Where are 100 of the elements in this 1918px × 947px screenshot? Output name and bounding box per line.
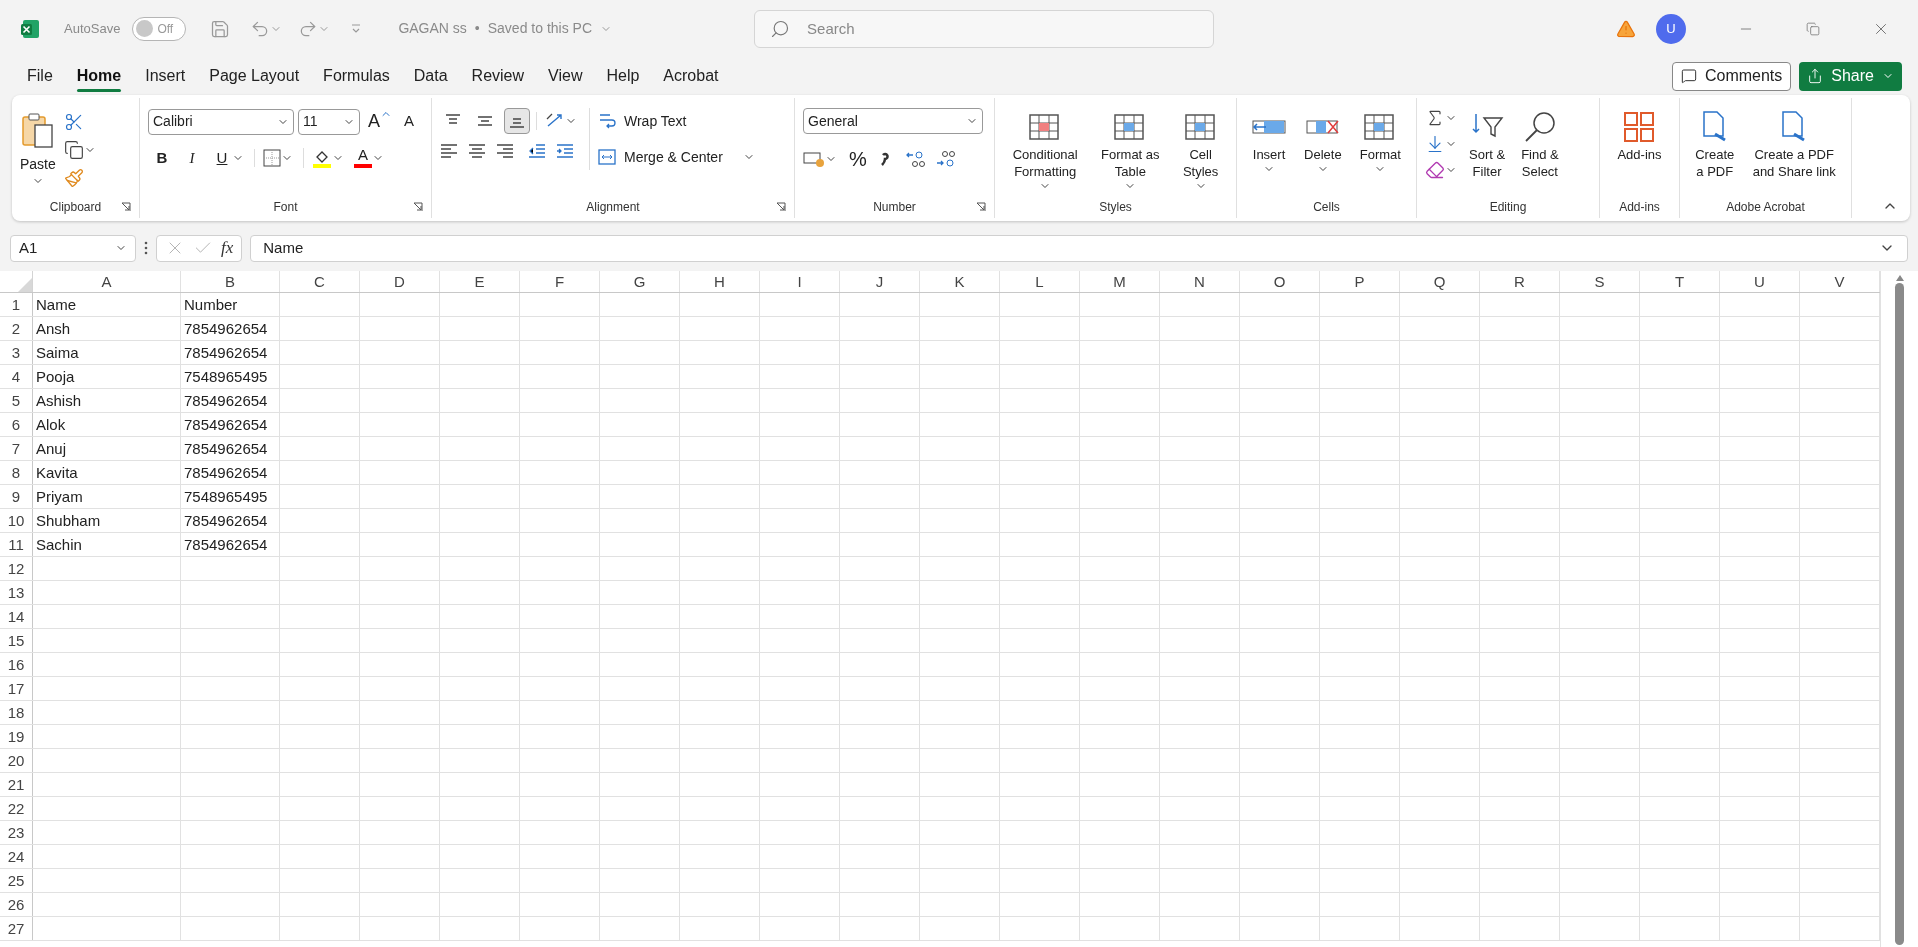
column-header[interactable]: N (1160, 271, 1240, 292)
row-header[interactable]: 14 (0, 605, 33, 628)
row-header[interactable]: 15 (0, 629, 33, 652)
row-header[interactable]: 5 (0, 389, 33, 412)
ribbon-button[interactable]: Insert (1248, 108, 1291, 175)
column-header[interactable]: H (680, 271, 760, 292)
formula-input[interactable]: Name (250, 234, 1908, 262)
row-header[interactable]: 8 (0, 461, 33, 484)
number-format-dropdown[interactable]: General (803, 108, 983, 134)
ribbon-button[interactable]: Create a PDF and Share link (1748, 108, 1840, 180)
bold-button[interactable]: B (152, 147, 172, 170)
menu-tab[interactable]: Data (402, 59, 459, 93)
row-header[interactable]: 13 (0, 581, 33, 604)
shrink-font-button[interactable]: A (400, 110, 419, 133)
row-header[interactable]: 7 (0, 437, 33, 460)
column-header[interactable]: J (840, 271, 920, 292)
column-header[interactable]: D (360, 271, 440, 292)
column-header[interactable]: E (440, 271, 520, 292)
cut-icon[interactable] (63, 112, 84, 132)
row-header[interactable]: 18 (0, 701, 33, 724)
column-header[interactable]: S (1560, 271, 1640, 292)
dialog-launcher-icon[interactable] (776, 202, 786, 212)
scroll-up-icon[interactable] (1895, 275, 1904, 281)
increase-indent-icon[interactable] (556, 144, 574, 158)
menu-tab[interactable]: Formulas (312, 59, 401, 93)
row-header[interactable]: 20 (0, 749, 33, 772)
ribbon-button[interactable]: Add-ins (1613, 108, 1666, 163)
column-header[interactable]: R (1480, 271, 1560, 292)
row-header[interactable]: 12 (0, 557, 33, 580)
column-header[interactable]: F (520, 271, 600, 292)
column-header[interactable]: Q (1400, 271, 1480, 292)
column-header[interactable]: B (181, 271, 280, 292)
row-header[interactable]: 23 (0, 821, 33, 844)
search-field[interactable]: Search (754, 9, 1215, 48)
merge-center-button[interactable]: Merge & Center (598, 144, 755, 170)
row-header[interactable]: 1 (0, 293, 33, 316)
ribbon-button[interactable]: Find & Select (1517, 108, 1563, 180)
row-header[interactable]: 17 (0, 677, 33, 700)
save-icon[interactable] (210, 18, 231, 39)
ribbon-button[interactable]: Delete (1300, 108, 1346, 175)
ribbon-button[interactable]: Cell Styles (1178, 108, 1223, 192)
column-header[interactable]: V (1800, 271, 1880, 292)
paste-button[interactable]: Paste (20, 108, 56, 188)
row-header[interactable]: 9 (0, 485, 33, 508)
more-icon[interactable] (144, 241, 148, 255)
grow-font-button[interactable]: A (364, 108, 396, 135)
customize-caret-icon[interactable] (350, 22, 363, 35)
horizontal-align-icon[interactable] (468, 144, 486, 158)
share-button[interactable]: Share (1799, 61, 1902, 91)
menu-tab[interactable]: Review (460, 59, 536, 93)
row-header[interactable]: 19 (0, 725, 33, 748)
ribbon-button[interactable]: Format as Table (1097, 108, 1164, 192)
dialog-launcher-icon[interactable] (976, 202, 986, 212)
insert-function-button[interactable]: fx (221, 235, 234, 261)
ribbon-button[interactable]: Sort & Filter (1465, 108, 1510, 180)
row-header[interactable]: 2 (0, 317, 33, 340)
menu-tab[interactable]: View (537, 59, 594, 93)
underline-button[interactable]: U (212, 147, 232, 170)
menu-tab[interactable]: Insert (134, 59, 197, 93)
copy-icon[interactable] (63, 140, 84, 160)
font-name-dropdown[interactable]: Calibri (148, 108, 294, 135)
vertical-scrollbar[interactable] (1893, 275, 1906, 947)
comments-button[interactable]: Comments (1671, 61, 1792, 91)
row-header[interactable]: 21 (0, 773, 33, 796)
menu-tab[interactable]: Acrobat (652, 59, 730, 93)
row-header[interactable]: 22 (0, 797, 33, 820)
horizontal-align-icon[interactable] (440, 144, 458, 158)
row-header[interactable]: 16 (0, 653, 33, 676)
horizontal-align-icon[interactable] (496, 144, 514, 158)
name-box[interactable]: A1 (10, 234, 136, 262)
dialog-launcher-icon[interactable] (413, 202, 423, 212)
column-header[interactable]: T (1640, 271, 1720, 292)
warning-icon[interactable] (1616, 18, 1636, 39)
user-avatar[interactable]: U (1656, 13, 1686, 44)
row-header[interactable]: 26 (0, 893, 33, 916)
row-header[interactable]: 11 (0, 533, 33, 556)
menu-tab[interactable]: Home (65, 59, 133, 93)
row-header[interactable]: 27 (0, 917, 33, 940)
column-header[interactable]: O (1240, 271, 1320, 292)
column-header[interactable]: G (600, 271, 680, 292)
decrease-indent-icon[interactable] (528, 144, 546, 158)
column-header[interactable]: C (280, 271, 360, 292)
row-header[interactable]: 6 (0, 413, 33, 436)
column-header[interactable]: A (33, 271, 181, 292)
column-header[interactable]: K (920, 271, 1000, 292)
column-header[interactable]: L (1000, 271, 1080, 292)
font-size-dropdown[interactable]: 11 (298, 108, 360, 135)
column-header[interactable]: P (1320, 271, 1400, 292)
row-header[interactable]: 10 (0, 509, 33, 532)
clear-icon[interactable] (1425, 160, 1445, 180)
dialog-launcher-icon[interactable] (121, 202, 131, 212)
menu-tab[interactable]: Help (595, 59, 651, 93)
row-header[interactable]: 4 (0, 365, 33, 388)
column-header[interactable]: M (1080, 271, 1160, 292)
row-header[interactable]: 25 (0, 869, 33, 892)
column-header[interactable]: U (1720, 271, 1800, 292)
ribbon-button[interactable]: Format (1355, 108, 1405, 175)
ribbon-button[interactable]: Conditional Formatting (1008, 108, 1082, 192)
font-color-button[interactable]: A (354, 148, 372, 169)
wrap-text-button[interactable]: Wrap Text (598, 108, 755, 134)
